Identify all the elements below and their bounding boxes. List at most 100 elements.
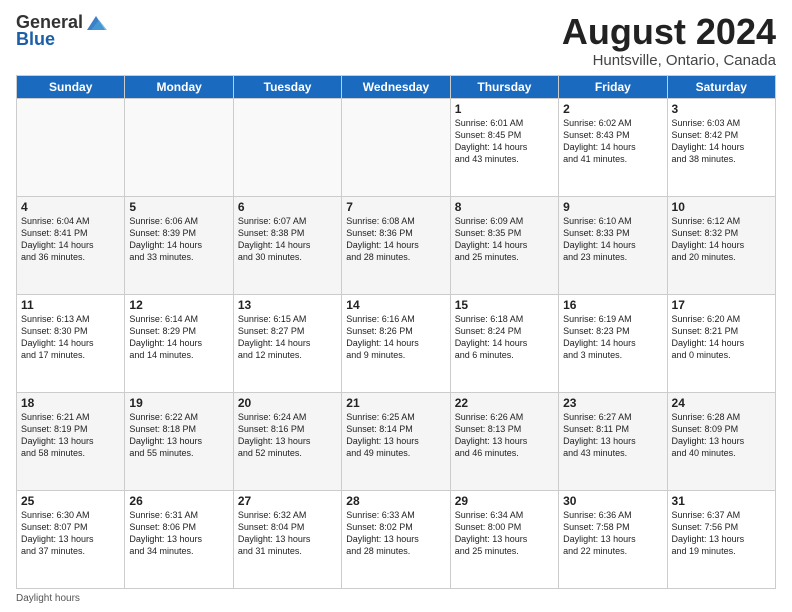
- calendar-cell: 24Sunrise: 6:28 AM Sunset: 8:09 PM Dayli…: [667, 392, 775, 490]
- day-number: 27: [238, 494, 337, 508]
- weekday-header-thursday: Thursday: [450, 75, 558, 98]
- day-number: 25: [21, 494, 120, 508]
- calendar-week-5: 25Sunrise: 6:30 AM Sunset: 8:07 PM Dayli…: [17, 490, 776, 588]
- day-number: 10: [672, 200, 771, 214]
- calendar-cell: [342, 98, 450, 196]
- calendar-cell: 12Sunrise: 6:14 AM Sunset: 8:29 PM Dayli…: [125, 294, 233, 392]
- day-info: Sunrise: 6:13 AM Sunset: 8:30 PM Dayligh…: [21, 313, 120, 362]
- day-info: Sunrise: 6:02 AM Sunset: 8:43 PM Dayligh…: [563, 117, 662, 166]
- calendar-cell: 26Sunrise: 6:31 AM Sunset: 8:06 PM Dayli…: [125, 490, 233, 588]
- footer-note: Daylight hours: [16, 593, 776, 604]
- calendar-cell: 19Sunrise: 6:22 AM Sunset: 8:18 PM Dayli…: [125, 392, 233, 490]
- day-number: 18: [21, 396, 120, 410]
- day-number: 5: [129, 200, 228, 214]
- day-info: Sunrise: 6:32 AM Sunset: 8:04 PM Dayligh…: [238, 509, 337, 558]
- calendar-cell: 8Sunrise: 6:09 AM Sunset: 8:35 PM Daylig…: [450, 196, 558, 294]
- calendar-cell: 13Sunrise: 6:15 AM Sunset: 8:27 PM Dayli…: [233, 294, 341, 392]
- day-number: 26: [129, 494, 228, 508]
- day-number: 31: [672, 494, 771, 508]
- calendar-cell: 6Sunrise: 6:07 AM Sunset: 8:38 PM Daylig…: [233, 196, 341, 294]
- weekday-header-sunday: Sunday: [17, 75, 125, 98]
- day-number: 22: [455, 396, 554, 410]
- day-number: 23: [563, 396, 662, 410]
- day-number: 30: [563, 494, 662, 508]
- day-info: Sunrise: 6:04 AM Sunset: 8:41 PM Dayligh…: [21, 215, 120, 264]
- calendar-cell: 25Sunrise: 6:30 AM Sunset: 8:07 PM Dayli…: [17, 490, 125, 588]
- day-number: 3: [672, 102, 771, 116]
- day-info: Sunrise: 6:34 AM Sunset: 8:00 PM Dayligh…: [455, 509, 554, 558]
- weekday-header-friday: Friday: [559, 75, 667, 98]
- calendar-week-2: 4Sunrise: 6:04 AM Sunset: 8:41 PM Daylig…: [17, 196, 776, 294]
- day-number: 24: [672, 396, 771, 410]
- calendar-cell: 7Sunrise: 6:08 AM Sunset: 8:36 PM Daylig…: [342, 196, 450, 294]
- day-number: 9: [563, 200, 662, 214]
- calendar-cell: 29Sunrise: 6:34 AM Sunset: 8:00 PM Dayli…: [450, 490, 558, 588]
- day-number: 29: [455, 494, 554, 508]
- day-number: 2: [563, 102, 662, 116]
- day-number: 1: [455, 102, 554, 116]
- day-info: Sunrise: 6:24 AM Sunset: 8:16 PM Dayligh…: [238, 411, 337, 460]
- calendar-cell: 10Sunrise: 6:12 AM Sunset: 8:32 PM Dayli…: [667, 196, 775, 294]
- day-number: 6: [238, 200, 337, 214]
- calendar-cell: 9Sunrise: 6:10 AM Sunset: 8:33 PM Daylig…: [559, 196, 667, 294]
- day-info: Sunrise: 6:16 AM Sunset: 8:26 PM Dayligh…: [346, 313, 445, 362]
- day-number: 20: [238, 396, 337, 410]
- day-info: Sunrise: 6:14 AM Sunset: 8:29 PM Dayligh…: [129, 313, 228, 362]
- title-block: August 2024 Huntsville, Ontario, Canada: [562, 12, 776, 69]
- weekday-header-monday: Monday: [125, 75, 233, 98]
- calendar-cell: [233, 98, 341, 196]
- calendar-cell: 14Sunrise: 6:16 AM Sunset: 8:26 PM Dayli…: [342, 294, 450, 392]
- day-info: Sunrise: 6:25 AM Sunset: 8:14 PM Dayligh…: [346, 411, 445, 460]
- day-info: Sunrise: 6:01 AM Sunset: 8:45 PM Dayligh…: [455, 117, 554, 166]
- weekday-header-saturday: Saturday: [667, 75, 775, 98]
- calendar-cell: 28Sunrise: 6:33 AM Sunset: 8:02 PM Dayli…: [342, 490, 450, 588]
- day-info: Sunrise: 6:33 AM Sunset: 8:02 PM Dayligh…: [346, 509, 445, 558]
- calendar-cell: 23Sunrise: 6:27 AM Sunset: 8:11 PM Dayli…: [559, 392, 667, 490]
- calendar-title: August 2024: [562, 12, 776, 52]
- day-info: Sunrise: 6:37 AM Sunset: 7:56 PM Dayligh…: [672, 509, 771, 558]
- calendar-cell: [17, 98, 125, 196]
- day-number: 14: [346, 298, 445, 312]
- day-info: Sunrise: 6:20 AM Sunset: 8:21 PM Dayligh…: [672, 313, 771, 362]
- calendar-cell: 5Sunrise: 6:06 AM Sunset: 8:39 PM Daylig…: [125, 196, 233, 294]
- day-info: Sunrise: 6:10 AM Sunset: 8:33 PM Dayligh…: [563, 215, 662, 264]
- daylight-hours-label: Daylight hours: [16, 593, 80, 604]
- logo-blue-text: Blue: [16, 30, 55, 50]
- calendar-cell: 15Sunrise: 6:18 AM Sunset: 8:24 PM Dayli…: [450, 294, 558, 392]
- day-number: 8: [455, 200, 554, 214]
- day-info: Sunrise: 6:21 AM Sunset: 8:19 PM Dayligh…: [21, 411, 120, 460]
- day-number: 16: [563, 298, 662, 312]
- logo: General Blue: [16, 12, 107, 50]
- calendar-cell: 17Sunrise: 6:20 AM Sunset: 8:21 PM Dayli…: [667, 294, 775, 392]
- day-info: Sunrise: 6:18 AM Sunset: 8:24 PM Dayligh…: [455, 313, 554, 362]
- calendar-cell: 27Sunrise: 6:32 AM Sunset: 8:04 PM Dayli…: [233, 490, 341, 588]
- weekday-header-tuesday: Tuesday: [233, 75, 341, 98]
- calendar-cell: 16Sunrise: 6:19 AM Sunset: 8:23 PM Dayli…: [559, 294, 667, 392]
- calendar-subtitle: Huntsville, Ontario, Canada: [562, 52, 776, 69]
- day-info: Sunrise: 6:31 AM Sunset: 8:06 PM Dayligh…: [129, 509, 228, 558]
- calendar-cell: 31Sunrise: 6:37 AM Sunset: 7:56 PM Dayli…: [667, 490, 775, 588]
- calendar-cell: 30Sunrise: 6:36 AM Sunset: 7:58 PM Dayli…: [559, 490, 667, 588]
- day-number: 28: [346, 494, 445, 508]
- day-info: Sunrise: 6:27 AM Sunset: 8:11 PM Dayligh…: [563, 411, 662, 460]
- day-number: 7: [346, 200, 445, 214]
- day-info: Sunrise: 6:19 AM Sunset: 8:23 PM Dayligh…: [563, 313, 662, 362]
- day-info: Sunrise: 6:12 AM Sunset: 8:32 PM Dayligh…: [672, 215, 771, 264]
- day-number: 13: [238, 298, 337, 312]
- calendar-cell: 3Sunrise: 6:03 AM Sunset: 8:42 PM Daylig…: [667, 98, 775, 196]
- calendar-cell: 11Sunrise: 6:13 AM Sunset: 8:30 PM Dayli…: [17, 294, 125, 392]
- day-info: Sunrise: 6:22 AM Sunset: 8:18 PM Dayligh…: [129, 411, 228, 460]
- calendar-cell: 22Sunrise: 6:26 AM Sunset: 8:13 PM Dayli…: [450, 392, 558, 490]
- day-info: Sunrise: 6:26 AM Sunset: 8:13 PM Dayligh…: [455, 411, 554, 460]
- calendar-table: SundayMondayTuesdayWednesdayThursdayFrid…: [16, 75, 776, 589]
- weekday-header-wednesday: Wednesday: [342, 75, 450, 98]
- day-number: 19: [129, 396, 228, 410]
- day-info: Sunrise: 6:09 AM Sunset: 8:35 PM Dayligh…: [455, 215, 554, 264]
- calendar-week-1: 1Sunrise: 6:01 AM Sunset: 8:45 PM Daylig…: [17, 98, 776, 196]
- calendar-cell: 18Sunrise: 6:21 AM Sunset: 8:19 PM Dayli…: [17, 392, 125, 490]
- day-info: Sunrise: 6:06 AM Sunset: 8:39 PM Dayligh…: [129, 215, 228, 264]
- day-info: Sunrise: 6:03 AM Sunset: 8:42 PM Dayligh…: [672, 117, 771, 166]
- header: General Blue August 2024 Huntsville, Ont…: [16, 12, 776, 69]
- calendar-cell: 21Sunrise: 6:25 AM Sunset: 8:14 PM Dayli…: [342, 392, 450, 490]
- calendar-week-4: 18Sunrise: 6:21 AM Sunset: 8:19 PM Dayli…: [17, 392, 776, 490]
